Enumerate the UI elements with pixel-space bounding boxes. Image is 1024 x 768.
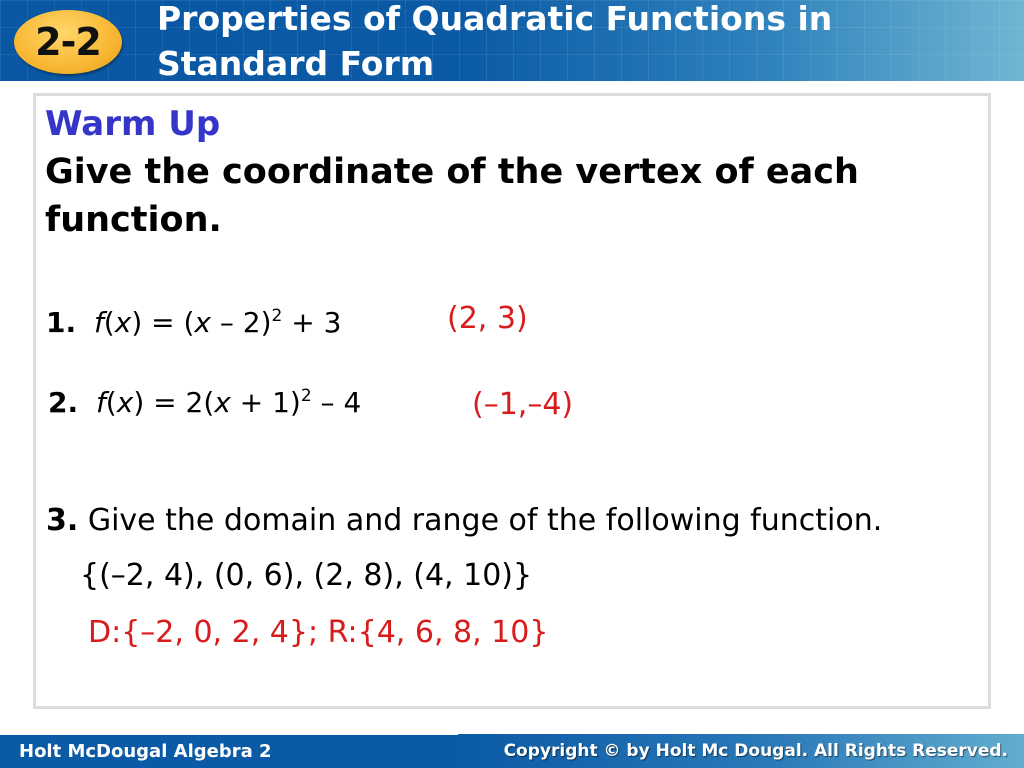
- equation-part: – 4: [311, 386, 362, 419]
- variable: x: [116, 386, 134, 419]
- warm-up-heading: Warm Up: [45, 104, 221, 144]
- title-line-1: Properties of Quadratic Functions in: [157, 0, 833, 38]
- lesson-badge: 2-2: [14, 10, 122, 74]
- problem-number: 1.: [46, 306, 77, 339]
- footer-copyright-bar: Copyright © by Holt Mc Dougal. All Right…: [458, 734, 1024, 768]
- relation-set: {(–2, 4), (0, 6), (2, 8), (4, 10)}: [80, 558, 533, 593]
- answer-1: (2, 3): [447, 301, 528, 336]
- equation-part: + 1): [230, 386, 301, 419]
- equation-part: – 2): [211, 306, 272, 339]
- problem-number: 2.: [48, 386, 79, 419]
- problem-3-text: Give the domain and range of the followi…: [87, 503, 883, 538]
- variable: x: [214, 386, 231, 419]
- title-line-2: Standard Form: [157, 44, 435, 81]
- footer-book-title: Holt McDougal Algebra 2: [19, 741, 272, 762]
- equation-part: + 3: [282, 306, 342, 339]
- variable: x: [114, 306, 132, 339]
- problem-number: 3.: [46, 503, 79, 538]
- footer-book-title-bar: Holt McDougal Algebra 2: [0, 735, 458, 768]
- slide-title: Properties of Quadratic Functions in Sta…: [157, 0, 832, 81]
- problem-1: 1. f(x) = (x – 2)2 + 3: [46, 306, 341, 339]
- exponent: 2: [271, 306, 283, 326]
- function-name: f: [95, 386, 106, 419]
- lesson-number: 2-2: [35, 20, 102, 64]
- footer-copyright: Copyright © by Holt Mc Dougal. All Right…: [503, 741, 1008, 761]
- function-name: f: [93, 306, 104, 339]
- paren: (: [103, 306, 115, 339]
- instruction-text: Give the coordinate of the vertex of eac…: [45, 152, 859, 240]
- paren: (: [105, 386, 117, 419]
- answer-2: (–1,–4): [472, 387, 574, 422]
- answer-3: D:{–2, 0, 2, 4}; R:{4, 6, 8, 10}: [88, 615, 549, 650]
- problem-3: 3. Give the domain and range of the foll…: [46, 503, 882, 538]
- slide-header: 2-2 Properties of Quadratic Functions in…: [0, 0, 1024, 81]
- equation-part: ) = (: [131, 306, 195, 339]
- equation-part: ) = 2(: [133, 386, 215, 419]
- exponent: 2: [300, 386, 312, 406]
- variable: x: [194, 306, 211, 339]
- problem-2: 2. f(x) = 2(x + 1)2 – 4: [48, 386, 361, 419]
